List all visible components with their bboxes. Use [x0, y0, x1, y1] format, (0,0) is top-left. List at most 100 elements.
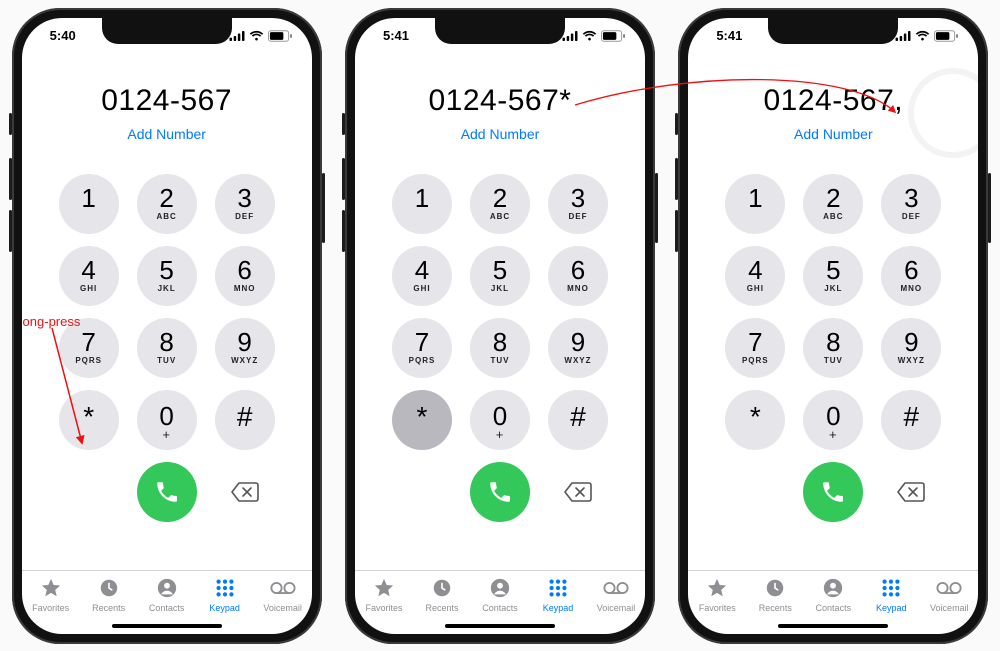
keypad-key-hash[interactable]: # — [881, 390, 941, 450]
keypad-key-4[interactable]: 4GHI — [59, 246, 119, 306]
key-letters: TUV — [824, 356, 843, 366]
keypad-key-8[interactable]: 8TUV — [137, 318, 197, 378]
keypad-key-3[interactable]: 3DEF — [881, 174, 941, 234]
key-letters: ABC — [490, 212, 510, 222]
screen: 5:40 0124-567 Add Number 12ABC3DEF4GHI5J… — [22, 18, 312, 634]
key-digit: 9 — [571, 329, 585, 355]
tab-label: Favorites — [699, 603, 736, 613]
keypad-key-9[interactable]: 9WXYZ — [548, 318, 608, 378]
keypad-key-8[interactable]: 8TUV — [803, 318, 863, 378]
status-time: 5:40 — [50, 28, 76, 43]
keypad-key-4[interactable]: 4GHI — [725, 246, 785, 306]
contacts-icon — [822, 577, 844, 601]
add-number-link[interactable]: Add Number — [127, 126, 206, 142]
call-button[interactable] — [803, 462, 863, 522]
key-letters: DEF — [235, 212, 254, 222]
delete-button[interactable] — [215, 462, 275, 522]
keypad-key-5[interactable]: 5JKL — [137, 246, 197, 306]
tab-recents[interactable]: Recents — [414, 577, 470, 613]
key-digit: 5 — [159, 257, 173, 283]
volume-up-button — [9, 158, 12, 200]
key-digit: 3 — [237, 185, 251, 211]
tab-contacts[interactable]: Contacts — [139, 577, 195, 613]
tab-favorites[interactable]: Favorites — [689, 577, 745, 613]
key-digit: # — [237, 406, 253, 428]
tab-label: Recents — [759, 603, 792, 613]
keypad-key-1[interactable]: 1 — [392, 174, 452, 234]
recents-icon — [431, 577, 453, 601]
tab-favorites[interactable]: Favorites — [356, 577, 412, 613]
delete-button[interactable] — [881, 462, 941, 522]
keypad-key-6[interactable]: 6MNO — [548, 246, 608, 306]
tab-contacts[interactable]: Contacts — [805, 577, 861, 613]
keypad-key-2[interactable]: 2ABC — [137, 174, 197, 234]
key-letters: WXYZ — [564, 356, 591, 366]
keypad-key-5[interactable]: 5JKL — [803, 246, 863, 306]
keypad-key-7[interactable]: 7PQRS — [725, 318, 785, 378]
key-letters: TUV — [157, 356, 176, 366]
keypad-key-3[interactable]: 3DEF — [548, 174, 608, 234]
keypad-key-5[interactable]: 5JKL — [470, 246, 530, 306]
keypad-key-4[interactable]: 4GHI — [392, 246, 452, 306]
keypad-key-7[interactable]: 7PQRS — [59, 318, 119, 378]
key-digit: 2 — [159, 185, 173, 211]
tab-voicemail[interactable]: Voicemail — [588, 577, 644, 613]
battery-icon — [268, 30, 292, 42]
key-digit: # — [570, 406, 586, 428]
screen: 5:41 0124-567* Add Number 12ABC3DEF4GHI5… — [355, 18, 645, 634]
keypad-key-3[interactable]: 3DEF — [215, 174, 275, 234]
phone-icon — [820, 479, 846, 505]
cellular-icon — [895, 31, 911, 41]
add-number-link[interactable]: Add Number — [461, 126, 540, 142]
keypad-key-8[interactable]: 8TUV — [470, 318, 530, 378]
keypad-key-hash[interactable]: # — [215, 390, 275, 450]
tab-keypad[interactable]: Keypad — [863, 577, 919, 613]
key-letters: JKL — [158, 284, 176, 294]
tab-voicemail[interactable]: Voicemail — [255, 577, 311, 613]
battery-icon — [934, 30, 958, 42]
keypad-key-0[interactable]: 0+ — [803, 390, 863, 450]
key-digit: 9 — [904, 329, 918, 355]
keypad-key-6[interactable]: 6MNO — [881, 246, 941, 306]
keypad-key-star[interactable]: * — [392, 390, 452, 450]
key-letters: DEF — [902, 212, 921, 222]
keypad-key-0[interactable]: 0+ — [137, 390, 197, 450]
key-digit: 5 — [826, 257, 840, 283]
tab-recents[interactable]: Recents — [81, 577, 137, 613]
keypad-key-2[interactable]: 2ABC — [470, 174, 530, 234]
tab-contacts[interactable]: Contacts — [472, 577, 528, 613]
tab-label: Voicemail — [263, 603, 302, 613]
delete-button[interactable] — [548, 462, 608, 522]
keypad-icon — [547, 577, 569, 601]
contacts-icon — [489, 577, 511, 601]
tab-voicemail[interactable]: Voicemail — [921, 577, 977, 613]
keypad-key-9[interactable]: 9WXYZ — [881, 318, 941, 378]
keypad-key-7[interactable]: 7PQRS — [392, 318, 452, 378]
key-digit: 4 — [81, 257, 95, 283]
keypad-key-6[interactable]: 6MNO — [215, 246, 275, 306]
key-digit: 2 — [826, 185, 840, 211]
keypad-key-hash[interactable]: # — [548, 390, 608, 450]
key-digit: 1 — [415, 185, 429, 211]
keypad-key-star[interactable]: * — [725, 390, 785, 450]
keypad-key-star[interactable]: * — [59, 390, 119, 450]
tab-favorites[interactable]: Favorites — [23, 577, 79, 613]
key-digit: 3 — [904, 185, 918, 211]
tab-keypad[interactable]: Keypad — [197, 577, 253, 613]
add-number-link[interactable]: Add Number — [794, 126, 873, 142]
keypad-key-2[interactable]: 2ABC — [803, 174, 863, 234]
call-button[interactable] — [470, 462, 530, 522]
keypad-key-9[interactable]: 9WXYZ — [215, 318, 275, 378]
tab-keypad[interactable]: Keypad — [530, 577, 586, 613]
keypad-key-1[interactable]: 1 — [59, 174, 119, 234]
key-digit: 0 — [159, 403, 173, 429]
backspace-icon — [563, 481, 593, 503]
dialed-number: 0124-567* — [355, 84, 645, 118]
call-button[interactable] — [137, 462, 197, 522]
key-digit: 8 — [159, 329, 173, 355]
keypad-key-0[interactable]: 0+ — [470, 390, 530, 450]
tab-recents[interactable]: Recents — [747, 577, 803, 613]
key-digit: 7 — [415, 329, 429, 355]
keypad-key-1[interactable]: 1 — [725, 174, 785, 234]
voicemail-icon — [936, 577, 962, 601]
